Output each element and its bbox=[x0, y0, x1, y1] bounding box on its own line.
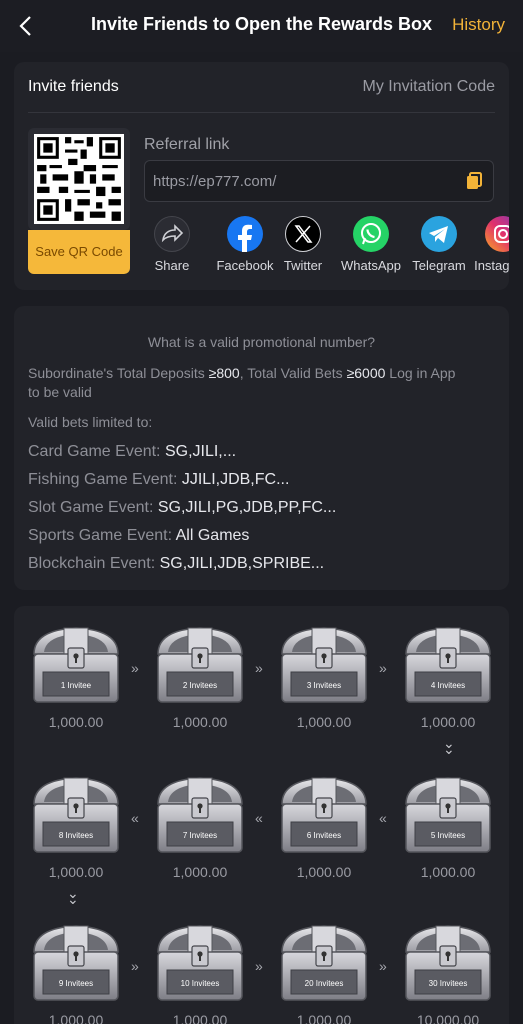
rules-card: What is a valid promotional number? Subo… bbox=[14, 306, 509, 590]
save-qr-code-button[interactable]: Save QR Code bbox=[28, 230, 130, 274]
arrow-right-icon: » bbox=[379, 660, 387, 676]
reward-amount: 1,000.00 bbox=[296, 1012, 352, 1024]
event-card-game: Card Game Event: SG,JILI,... bbox=[28, 443, 237, 460]
page-title: Invite Friends to Open the Rewards Box bbox=[90, 14, 433, 34]
reward-amount: 1,000.00 bbox=[296, 714, 352, 730]
reward-box-chest[interactable]: 2 Invitees bbox=[154, 624, 246, 714]
share-item-telegram[interactable]: Telegram bbox=[407, 216, 471, 273]
reward-box-chest[interactable]: 4 Invitees bbox=[402, 624, 494, 714]
history-link[interactable]: History bbox=[452, 15, 505, 35]
reward-box-label: 20 Invitees bbox=[304, 979, 344, 988]
arrow-down-icon: ⌄⌄ bbox=[443, 735, 455, 757]
reward-box-label: 6 Invitees bbox=[306, 831, 342, 840]
reward-amount: 1,000.00 bbox=[420, 864, 476, 880]
x-icon bbox=[285, 216, 321, 252]
event-slot-game: Slot Game Event: SG,JILI,PG,JDB,PP,FC... bbox=[28, 499, 337, 516]
reward-amount: 10,000.00 bbox=[416, 1012, 480, 1024]
telegram-icon bbox=[421, 216, 457, 252]
header: Invite Friends to Open the Rewards Box H… bbox=[0, 0, 523, 52]
reward-box-label: 30 Invitees bbox=[428, 979, 468, 988]
instagram-icon bbox=[485, 216, 509, 252]
reward-amount: 1,000.00 bbox=[420, 714, 476, 730]
reward-box-chest[interactable]: 9 Invitees bbox=[30, 922, 122, 1012]
divider bbox=[28, 112, 495, 113]
reward-box-chest[interactable]: 1 Invitee bbox=[30, 624, 122, 714]
reward-box-chest[interactable]: 30 Invitees bbox=[402, 922, 494, 1012]
share-item-twitter[interactable]: Twitter bbox=[271, 216, 335, 273]
whatsapp-label: WhatsApp bbox=[341, 258, 401, 273]
invite-card: Invite friends My Invitation Code Save Q… bbox=[14, 62, 509, 290]
reward-box-chest[interactable]: 10 Invitees bbox=[154, 922, 246, 1012]
referral-link-value: https://ep777.com/ bbox=[153, 173, 277, 190]
arrow-down-icon: ⌄⌄ bbox=[67, 885, 79, 907]
twitter-label: Twitter bbox=[283, 258, 323, 273]
reward-box-label: 3 Invitees bbox=[306, 681, 342, 690]
copy-icon[interactable] bbox=[465, 172, 483, 190]
reward-box-label: 1 Invitee bbox=[60, 681, 92, 690]
invite-friends-title: Invite friends bbox=[28, 78, 119, 95]
reward-box-label: 7 Invitees bbox=[182, 831, 218, 840]
event-sports-game: Sports Game Event: All Games bbox=[28, 527, 250, 544]
share-item-facebook[interactable]: Facebook bbox=[213, 216, 277, 273]
reward-box-chest[interactable]: 7 Invitees bbox=[154, 774, 246, 864]
my-invitation-code-link[interactable]: My Invitation Code bbox=[362, 78, 495, 96]
reward-amount: 1,000.00 bbox=[48, 714, 104, 730]
reward-box-label: 4 Invitees bbox=[430, 681, 466, 690]
share-row: Share Facebook Twitter WhatsApp Telegram bbox=[140, 216, 509, 276]
arrow-right-icon: » bbox=[255, 958, 263, 974]
share-item-instagram[interactable]: Instagram bbox=[471, 216, 509, 273]
reward-box-chest[interactable]: 3 Invitees bbox=[278, 624, 370, 714]
reward-amount: 1,000.00 bbox=[296, 864, 352, 880]
whatsapp-icon bbox=[353, 216, 389, 252]
facebook-icon bbox=[227, 216, 263, 252]
instagram-label: Instagram bbox=[474, 258, 509, 273]
reward-box-label: 10 Invitees bbox=[180, 979, 220, 988]
share-item-share[interactable]: Share bbox=[140, 216, 204, 273]
share-icon bbox=[154, 216, 190, 252]
arrow-right-icon: » bbox=[255, 660, 263, 676]
telegram-label: Telegram bbox=[412, 258, 466, 273]
reward-box-chest[interactable]: 6 Invitees bbox=[278, 774, 370, 864]
arrow-left-icon: « bbox=[255, 810, 263, 826]
reward-box-chest[interactable]: 5 Invitees bbox=[402, 774, 494, 864]
reward-amount: 1,000.00 bbox=[172, 864, 228, 880]
arrow-left-icon: « bbox=[131, 810, 139, 826]
event-fishing-game: Fishing Game Event: JJILI,JDB,FC... bbox=[28, 471, 290, 488]
valid-bets-limited: Valid bets limited to: bbox=[28, 414, 153, 430]
reward-amount: 1,000.00 bbox=[48, 864, 104, 880]
event-blockchain: Blockchain Event: SG,JILI,JDB,SPRIBE... bbox=[28, 555, 325, 572]
share-item-whatsapp[interactable]: WhatsApp bbox=[339, 216, 403, 273]
valid-number-title: What is a valid promotional number? bbox=[147, 334, 376, 350]
referral-link-field[interactable]: https://ep777.com/ bbox=[144, 160, 494, 202]
reward-box-chest[interactable]: 8 Invitees bbox=[30, 774, 122, 864]
reward-box-label: 8 Invitees bbox=[58, 831, 94, 840]
reward-amount: 1,000.00 bbox=[172, 1012, 228, 1024]
qr-code bbox=[28, 128, 130, 230]
arrow-right-icon: » bbox=[131, 660, 139, 676]
reward-box-label: 9 Invitees bbox=[58, 979, 94, 988]
facebook-label: Facebook bbox=[216, 258, 274, 273]
reward-box-label: 2 Invitees bbox=[182, 681, 218, 690]
reward-box-chest[interactable]: 20 Invitees bbox=[278, 922, 370, 1012]
arrow-left-icon: « bbox=[379, 810, 387, 826]
arrow-right-icon: » bbox=[379, 958, 387, 974]
reward-amount: 1,000.00 bbox=[48, 1012, 104, 1024]
share-label: Share bbox=[154, 258, 190, 273]
reward-amount: 1,000.00 bbox=[172, 714, 228, 730]
qr-code-icon bbox=[34, 134, 124, 224]
valid-condition: Subordinate's Total Deposits ≥800, Total… bbox=[28, 365, 456, 400]
reward-box-label: 5 Invitees bbox=[430, 831, 466, 840]
arrow-right-icon: » bbox=[131, 958, 139, 974]
referral-link-label: Referral link bbox=[144, 136, 230, 153]
